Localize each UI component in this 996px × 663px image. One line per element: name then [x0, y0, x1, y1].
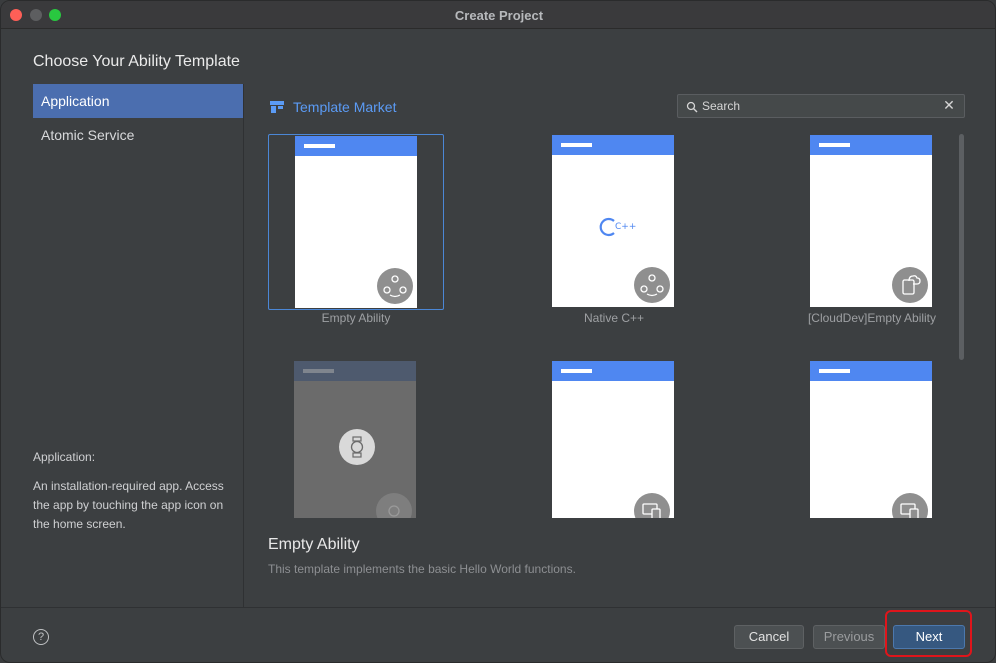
vertical-divider	[243, 84, 244, 608]
template-preview	[810, 361, 932, 518]
multi-device-icon	[892, 493, 928, 518]
template-preview	[295, 136, 417, 308]
help-icon[interactable]: ?	[33, 629, 49, 645]
template-tile-multi-device[interactable]	[526, 360, 702, 518]
template-preview	[294, 361, 416, 518]
description-text: An installation-required app. Access the…	[33, 479, 224, 531]
svg-text:C++: C++	[615, 222, 636, 232]
template-grid: Empty Ability C++ Native C++ [CloudDev]E…	[263, 131, 959, 518]
template-tile-native-cpp[interactable]: C++	[526, 134, 702, 310]
previous-button[interactable]: Previous	[813, 625, 885, 649]
template-market-icon	[269, 99, 285, 115]
template-preview: C++	[552, 135, 674, 307]
template-market-link[interactable]: Template Market	[269, 98, 396, 116]
watch-icon	[339, 429, 375, 465]
search-placeholder: Search	[702, 99, 741, 113]
title-bar: Create Project	[1, 1, 995, 29]
next-button-highlight	[885, 610, 972, 657]
search-input[interactable]: Search ✕	[677, 94, 965, 118]
template-preview	[810, 135, 932, 307]
template-tile-empty-ability[interactable]	[268, 134, 444, 310]
selected-template-description: This template implements the basic Hello…	[268, 562, 576, 576]
template-market-label: Template Market	[293, 99, 397, 115]
cancel-button[interactable]: Cancel	[734, 625, 804, 649]
create-project-window: Create Project Choose Your Ability Templ…	[0, 0, 996, 663]
template-label: [CloudDev]Empty Ability	[807, 311, 937, 325]
description-title: Application:	[33, 450, 96, 464]
template-label: Native C++	[583, 311, 645, 325]
template-tile-multi-device-2[interactable]	[784, 360, 959, 518]
clear-search-icon[interactable]: ✕	[942, 98, 956, 112]
page-heading: Choose Your Ability Template	[33, 53, 240, 70]
window-title: Create Project	[454, 8, 544, 23]
ability-circle-icon	[634, 267, 670, 303]
sidebar-item-atomic-service[interactable]: Atomic Service	[33, 118, 243, 152]
sidebar: Application Atomic Service Application: …	[1, 84, 243, 608]
ability-circle-icon	[377, 268, 413, 304]
template-label: Empty Ability	[321, 311, 391, 325]
search-icon	[686, 100, 698, 113]
cloud-phone-icon	[892, 267, 928, 303]
watch-badge-icon	[376, 493, 412, 518]
template-tile-clouddev-empty-ability[interactable]	[784, 134, 959, 310]
cpp-logo: C++	[597, 215, 637, 239]
sidebar-item-application[interactable]: Application	[33, 84, 243, 118]
template-tile-watch[interactable]	[268, 360, 444, 518]
selected-template-title: Empty Ability	[268, 536, 360, 553]
multi-device-icon	[634, 493, 670, 518]
template-preview	[552, 361, 674, 518]
footer-divider	[1, 607, 995, 608]
template-scrollbar[interactable]	[959, 134, 964, 360]
